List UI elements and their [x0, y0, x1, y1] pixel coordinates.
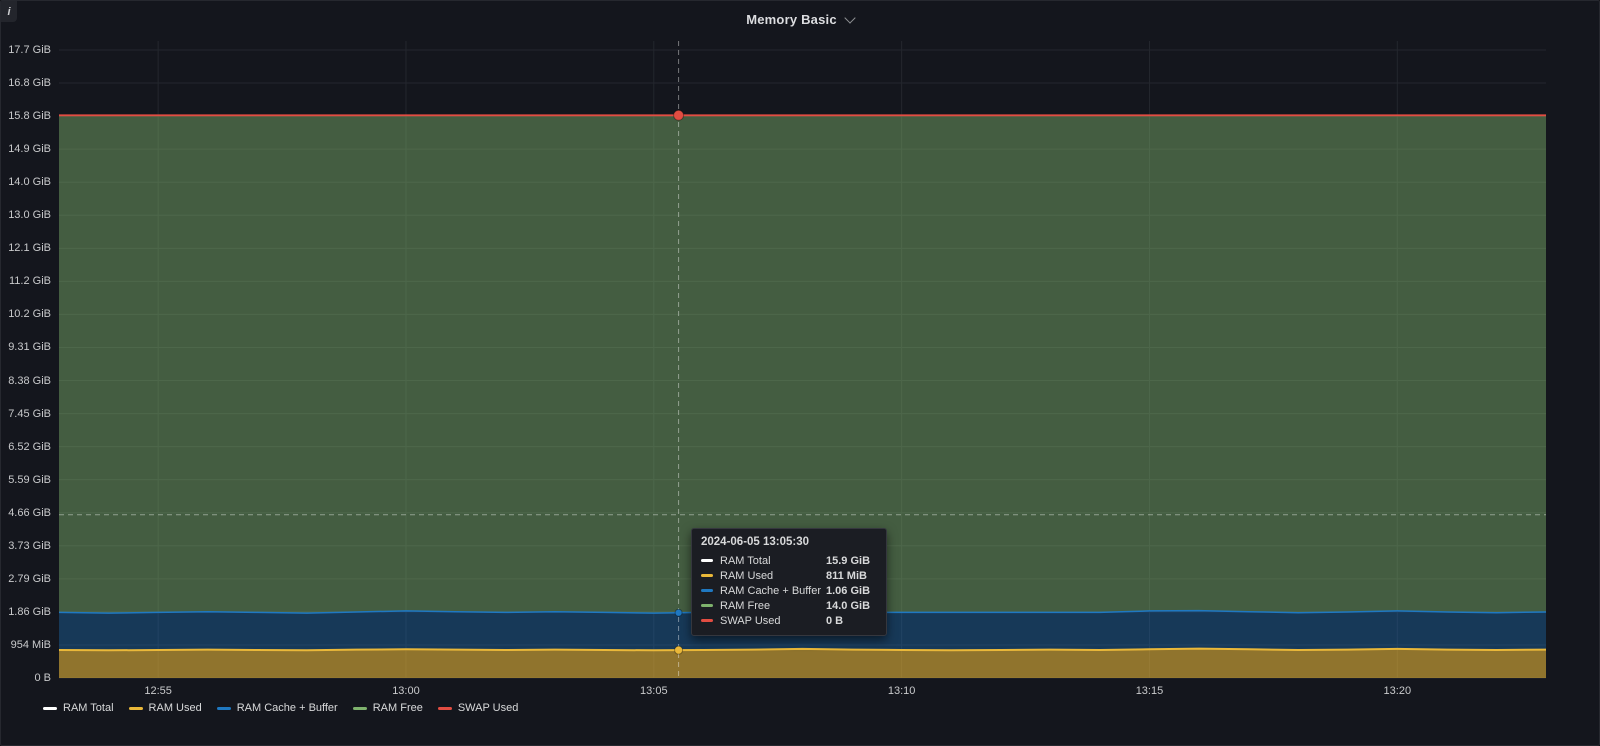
series-swatch-icon	[701, 574, 713, 577]
x-axis-label: 12:55	[123, 684, 193, 698]
x-axis-label: 13:00	[371, 684, 441, 698]
y-axis-label: 8.38 GiB	[1, 374, 51, 388]
legend-label: RAM Total	[63, 702, 114, 714]
legend-item[interactable]: RAM Total	[43, 702, 114, 714]
y-axis-label: 6.52 GiB	[1, 440, 51, 454]
info-icon: i	[7, 6, 10, 18]
series-swatch-icon	[701, 604, 713, 607]
tooltip-series-value: 14.0 GiB	[826, 600, 877, 612]
tooltip-series-label: RAM Cache + Buffer	[720, 585, 826, 597]
tooltip-series-label: RAM Total	[720, 555, 826, 567]
legend-swatch-icon	[217, 707, 231, 710]
tooltip-series-value: 15.9 GiB	[826, 555, 877, 567]
tooltip-series-value: 1.06 GiB	[826, 585, 877, 597]
y-axis-label: 11.2 GiB	[1, 274, 51, 288]
x-axis-label: 13:15	[1114, 684, 1184, 698]
y-axis-label: 12.1 GiB	[1, 241, 51, 255]
legend-item[interactable]: RAM Used	[129, 702, 202, 714]
legend-item[interactable]: RAM Cache + Buffer	[217, 702, 338, 714]
x-axis-label: 13:05	[619, 684, 689, 698]
chevron-down-icon	[844, 12, 855, 23]
legend-label: SWAP Used	[458, 702, 519, 714]
legend-item[interactable]: SWAP Used	[438, 702, 519, 714]
y-axis-label: 5.59 GiB	[1, 473, 51, 487]
y-axis-label: 4.66 GiB	[1, 506, 51, 520]
tooltip-timestamp: 2024-06-05 13:05:30	[701, 536, 877, 548]
x-axis-label: 13:10	[867, 684, 937, 698]
legend-label: RAM Used	[149, 702, 202, 714]
panel-title[interactable]: Memory Basic	[746, 12, 837, 27]
y-axis-label: 13.0 GiB	[1, 208, 51, 222]
y-axis-label: 15.8 GiB	[1, 109, 51, 123]
tooltip-row: RAM Used811 MiB	[701, 568, 877, 583]
legend-swatch-icon	[438, 707, 452, 710]
legend-item[interactable]: RAM Free	[353, 702, 423, 714]
x-axis-label: 13:20	[1362, 684, 1432, 698]
tooltip-row: RAM Free14.0 GiB	[701, 598, 877, 613]
y-axis-label: 17.7 GiB	[1, 43, 51, 57]
tooltip-row: RAM Cache + Buffer1.06 GiB	[701, 583, 877, 598]
memory-basic-panel: i Memory Basic 17.7 GiB 16.8 GiB 15.8 GiB 1…	[0, 0, 1600, 746]
legend-swatch-icon	[43, 707, 57, 710]
series-swatch-icon	[701, 619, 713, 622]
y-axis-label: 1.86 GiB	[1, 605, 51, 619]
y-axis-label: 3.73 GiB	[1, 539, 51, 553]
tooltip-series-label: SWAP Used	[720, 615, 826, 627]
legend-label: RAM Free	[373, 702, 423, 714]
tooltip-row: SWAP Used0 B	[701, 613, 877, 628]
y-axis-label: 9.31 GiB	[1, 340, 51, 354]
series-swatch-icon	[701, 589, 713, 592]
y-axis-label: 14.0 GiB	[1, 175, 51, 189]
series-swatch-icon	[701, 559, 713, 562]
y-axis-label: 2.79 GiB	[1, 572, 51, 586]
y-axis-label: 7.45 GiB	[1, 407, 51, 421]
y-axis-label: 10.2 GiB	[1, 307, 51, 321]
tooltip-series-label: RAM Used	[720, 570, 826, 582]
legend-swatch-icon	[353, 707, 367, 710]
tooltip-series-label: RAM Free	[720, 600, 826, 612]
y-axis-label: 0 B	[1, 671, 51, 685]
tooltip-row: RAM Total15.9 GiB	[701, 553, 877, 568]
tooltip: 2024-06-05 13:05:30 RAM Total15.9 GiBRAM…	[691, 528, 887, 636]
tooltip-series-value: 0 B	[826, 615, 877, 627]
panel-info-icon[interactable]: i	[1, 1, 17, 22]
panel-header[interactable]: Memory Basic	[1, 1, 1599, 37]
y-axis-label: 16.8 GiB	[1, 76, 51, 90]
tooltip-rows: RAM Total15.9 GiBRAM Used811 MiBRAM Cach…	[701, 553, 877, 628]
legend: RAM Total RAM Used RAM Cache + Buffer RAM F…	[43, 702, 518, 714]
y-axis-label: 954 MiB	[1, 638, 51, 652]
y-axis-label: 14.9 GiB	[1, 142, 51, 156]
legend-label: RAM Cache + Buffer	[237, 702, 338, 714]
legend-swatch-icon	[129, 707, 143, 710]
tooltip-series-value: 811 MiB	[826, 570, 877, 582]
